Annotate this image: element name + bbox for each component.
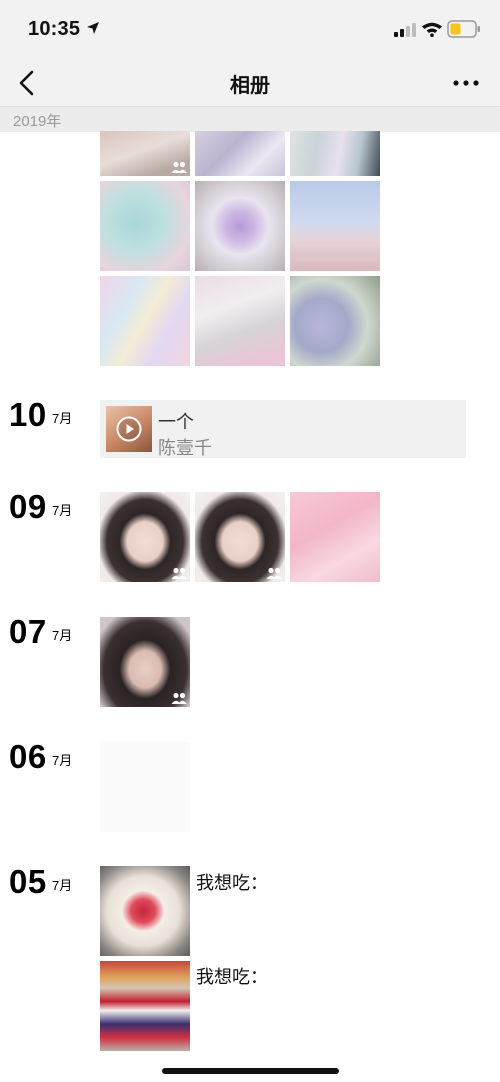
- photo-thumbnail[interactable]: [100, 492, 190, 582]
- year-label: 2019年: [13, 113, 62, 130]
- photo-thumbnail[interactable]: [290, 492, 380, 582]
- photo-thumbnail[interactable]: [290, 131, 380, 176]
- date-day: 10: [9, 396, 47, 433]
- post-text: 我想吃：: [196, 967, 268, 987]
- photo-thumbnail[interactable]: [195, 276, 285, 366]
- photo-thumbnail[interactable]: [195, 181, 285, 271]
- date-day: 06: [9, 738, 47, 775]
- status-bar: 10:35: [0, 0, 500, 60]
- photo-thumbnail[interactable]: [100, 866, 190, 956]
- battery-icon: [447, 20, 480, 38]
- date-month: 7月: [52, 878, 73, 893]
- date-month: 7月: [52, 628, 73, 643]
- album-cover: [106, 406, 152, 452]
- home-indicator[interactable]: [162, 1068, 339, 1074]
- status-time: 10:35: [28, 18, 81, 40]
- navigation-bar: 相册: [0, 60, 500, 106]
- people-icon: [266, 567, 282, 579]
- date-month: 7月: [52, 753, 73, 768]
- photo-thumbnail[interactable]: [100, 276, 190, 366]
- date-day: 09: [9, 488, 47, 525]
- photo-thumbnail[interactable]: [195, 131, 285, 176]
- photo-thumbnail[interactable]: [100, 617, 190, 707]
- date-day: 05: [9, 863, 47, 900]
- photo-thumbnail[interactable]: [100, 742, 190, 832]
- date-month: 7月: [52, 503, 73, 518]
- year-header: 2019年: [0, 106, 500, 132]
- photo-thumbnail[interactable]: [100, 961, 190, 1051]
- date-day: 07: [9, 613, 47, 650]
- photo-thumbnail[interactable]: [290, 181, 380, 271]
- location-arrow-icon: [87, 22, 99, 34]
- people-icon: [171, 161, 187, 173]
- photo-thumbnail[interactable]: [195, 492, 285, 582]
- people-icon: [171, 567, 187, 579]
- music-share-card[interactable]: 一个 陈壹千: [100, 400, 466, 458]
- photo-thumbnail[interactable]: [100, 181, 190, 271]
- more-icon[interactable]: [448, 70, 484, 96]
- song-title: 一个: [158, 412, 194, 432]
- wifi-icon: [422, 22, 442, 37]
- date-month: 7月: [52, 411, 73, 426]
- people-icon: [171, 692, 187, 704]
- photo-thumbnail[interactable]: [100, 131, 190, 176]
- page-title: 相册: [230, 75, 270, 97]
- play-icon[interactable]: [116, 416, 142, 442]
- cellular-signal-icon: [394, 23, 416, 37]
- photo-thumbnail[interactable]: [290, 276, 380, 366]
- post-text: 我想吃：: [196, 873, 268, 893]
- song-artist: 陈壹千: [158, 438, 212, 458]
